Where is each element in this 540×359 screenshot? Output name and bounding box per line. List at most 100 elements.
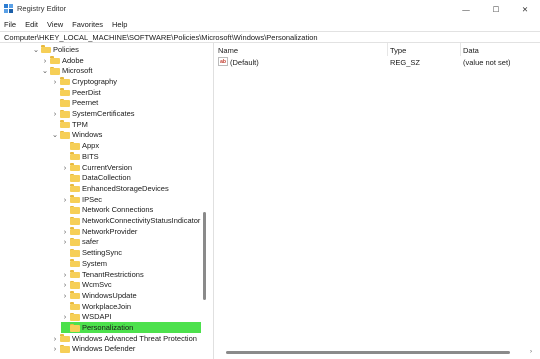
- tree-item-label: CurrentVersion: [82, 162, 133, 172]
- tree-item-bits[interactable]: BITS: [61, 151, 99, 162]
- tree-item-safer[interactable]: › safer: [61, 237, 99, 248]
- chevron-right-icon[interactable]: ›: [61, 269, 69, 279]
- minimize-icon: —: [462, 4, 470, 14]
- folder-icon: [70, 216, 80, 225]
- horizontal-scrollbar-thumb[interactable]: [226, 351, 510, 354]
- menu-help[interactable]: Help: [112, 20, 127, 29]
- tree-item-windowsupdate[interactable]: › WindowsUpdate: [61, 290, 137, 301]
- address-bar[interactable]: Computer\HKEY_LOCAL_MACHINE\SOFTWARE\Pol…: [0, 31, 540, 43]
- tree-item-wcmsvc[interactable]: › WcmSvc: [61, 279, 112, 290]
- chevron-right-icon[interactable]: ›: [51, 109, 59, 119]
- tree-item-wsdapi[interactable]: › WSDAPI: [61, 312, 112, 323]
- tree-item-windows-defender[interactable]: › Windows Defender: [51, 344, 136, 355]
- chevron-right-icon[interactable]: ›: [61, 226, 69, 236]
- tree-item-datacollection[interactable]: DataCollection: [61, 172, 131, 183]
- tree-item-adobe[interactable]: › Adobe: [41, 55, 84, 66]
- chevron-down-icon[interactable]: ⌄: [32, 44, 40, 54]
- minimize-button[interactable]: —: [454, 2, 478, 16]
- tree-item-label: Personalization: [82, 323, 134, 333]
- menu-view[interactable]: View: [47, 20, 63, 29]
- tree-item-label: Peernet: [72, 98, 99, 108]
- scroll-right-icon[interactable]: ›: [530, 349, 536, 356]
- folder-icon: [60, 98, 70, 107]
- column-divider[interactable]: [387, 43, 388, 56]
- column-header-type[interactable]: Type: [390, 46, 406, 55]
- tree-item-label: WSDAPI: [82, 312, 112, 322]
- column-divider[interactable]: [460, 43, 461, 56]
- value-data: (value not set): [463, 58, 511, 67]
- tree-item-label: safer: [82, 237, 99, 247]
- chevron-right-icon[interactable]: ›: [51, 76, 59, 86]
- folder-icon: [70, 195, 80, 204]
- folder-icon: [60, 120, 70, 129]
- tree-item-cryptography[interactable]: › Cryptography: [51, 76, 117, 87]
- menu-edit[interactable]: Edit: [25, 20, 38, 29]
- tree-item-appx[interactable]: Appx: [61, 140, 99, 151]
- chevron-down-icon[interactable]: ⌄: [51, 130, 59, 140]
- tree-item-label: WindowsUpdate: [82, 290, 137, 300]
- menu-file[interactable]: File: [4, 20, 16, 29]
- tree-item-tenantrestrictions[interactable]: › TenantRestrictions: [61, 269, 144, 280]
- chevron-right-icon[interactable]: ›: [61, 290, 69, 300]
- tree-item-label: BITS: [82, 151, 99, 161]
- folder-icon: [60, 109, 70, 118]
- chevron-right-icon[interactable]: ›: [51, 344, 59, 354]
- folder-icon: [70, 280, 80, 289]
- tree-item-networkconnectivitystatusindicator[interactable]: NetworkConnectivityStatusIndicator: [61, 215, 200, 226]
- close-button[interactable]: ✕: [513, 2, 537, 16]
- tree-item-tpm[interactable]: TPM: [51, 119, 88, 130]
- tree-scrollbar-thumb[interactable]: [203, 212, 206, 300]
- chevron-right-icon[interactable]: ›: [61, 312, 69, 322]
- chevron-right-icon[interactable]: ›: [61, 194, 69, 204]
- tree-item-enhancedstoragedevices[interactable]: EnhancedStorageDevices: [61, 183, 169, 194]
- folder-icon: [70, 184, 80, 193]
- chevron-down-icon[interactable]: ⌄: [41, 66, 49, 76]
- menu-bar: File Edit View Favorites Help: [0, 18, 540, 30]
- value-name: (Default): [230, 58, 259, 67]
- tree-item-systemcertificates[interactable]: › SystemCertificates: [51, 108, 135, 119]
- chevron-right-icon[interactable]: ›: [61, 237, 69, 247]
- tree-item-label: PeerDist: [72, 87, 101, 97]
- tree-item-system[interactable]: System: [61, 258, 107, 269]
- tree-item-peerdist[interactable]: PeerDist: [51, 87, 101, 98]
- tree-pane: ⌄ Policies › Adobe ⌄ Microsoft › Cryptog…: [0, 43, 211, 359]
- tree-item-network-connections[interactable]: Network Connections: [61, 205, 153, 216]
- folder-icon: [41, 45, 51, 54]
- list-row[interactable]: ab (Default) REG_SZ (value not set): [214, 57, 540, 68]
- tree-item-microsoft[interactable]: ⌄ Microsoft: [41, 65, 93, 76]
- chevron-right-icon[interactable]: ›: [61, 162, 69, 172]
- values-list-pane: Name Type Data ab (Default) REG_SZ (valu…: [214, 43, 540, 359]
- tree-item-ipsec[interactable]: › IPSec: [61, 194, 102, 205]
- tree-item-peernet[interactable]: Peernet: [51, 98, 98, 109]
- column-header-name[interactable]: Name: [218, 46, 238, 55]
- tree-item-windows-advanced-threat-protection[interactable]: › Windows Advanced Threat Protection: [51, 333, 197, 344]
- tree-item-label: Adobe: [62, 55, 84, 65]
- folder-icon: [70, 323, 80, 332]
- menu-favorites[interactable]: Favorites: [72, 20, 103, 29]
- tree-item-personalization[interactable]: Personalization: [61, 322, 201, 333]
- chevron-right-icon[interactable]: ›: [41, 55, 49, 65]
- tree-item-networkprovider[interactable]: › NetworkProvider: [61, 226, 138, 237]
- folder-icon: [60, 334, 70, 343]
- column-header-data[interactable]: Data: [463, 46, 479, 55]
- folder-icon: [60, 130, 70, 139]
- chevron-right-icon[interactable]: ›: [61, 280, 69, 290]
- tree-item-settingsync[interactable]: SettingSync: [61, 247, 122, 258]
- tree-item-label: Windows Advanced Threat Protection: [72, 333, 197, 343]
- tree-item-currentversion[interactable]: › CurrentVersion: [61, 162, 132, 173]
- folder-icon: [70, 302, 80, 311]
- tree-item-policies[interactable]: ⌄ Policies: [32, 44, 79, 55]
- title-bar: Registry Editor — ☐ ✕: [0, 0, 540, 18]
- tree-item-windows[interactable]: ⌄ Windows: [51, 130, 103, 141]
- chevron-right-icon[interactable]: ›: [51, 333, 59, 343]
- folder-icon: [70, 237, 80, 246]
- tree-item-label: WcmSvc: [82, 280, 112, 290]
- tree-item-workplacejoin[interactable]: WorkplaceJoin: [61, 301, 131, 312]
- maximize-button[interactable]: ☐: [484, 2, 508, 16]
